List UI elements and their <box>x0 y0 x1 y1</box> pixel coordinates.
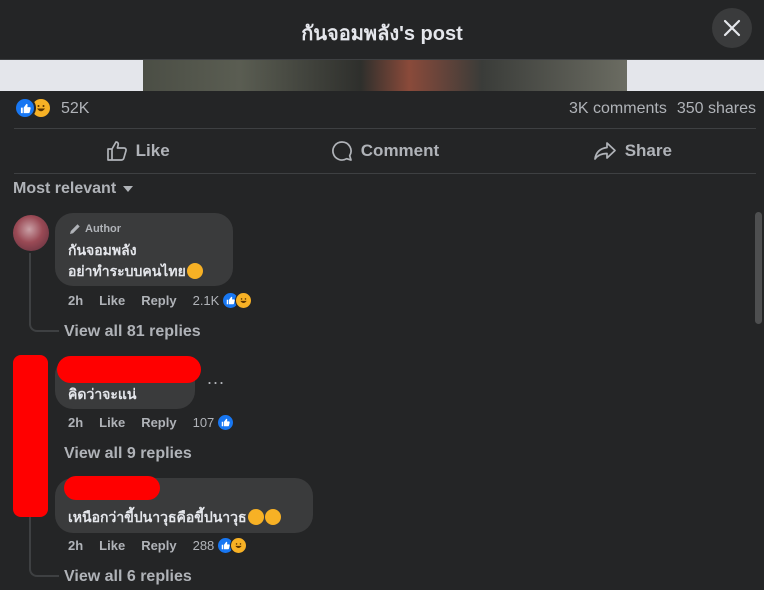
comment-meta: 2h Like Reply 288 <box>68 537 248 554</box>
comment-time[interactable]: 2h <box>68 538 83 553</box>
like-icon <box>14 97 36 119</box>
pencil-icon <box>70 224 80 234</box>
haha-icon <box>235 292 253 309</box>
post-dialog-header: กันจอมพลัง's post <box>0 0 764 60</box>
comment-bubble: Author กันจอมพลัง อย่าทำระบบคนไทย <box>55 213 233 286</box>
redaction-bar <box>57 356 201 383</box>
like-button-label: Like <box>135 141 170 160</box>
author-badge: Author <box>69 223 121 235</box>
comments-count[interactable]: 3K comments <box>569 100 667 117</box>
comment-icon <box>331 141 352 161</box>
comment-reply-link[interactable]: Reply <box>141 538 176 553</box>
comment-reaction-count[interactable]: 288 <box>193 538 215 553</box>
post-stats: 3K comments 350 shares <box>559 100 756 118</box>
avatar[interactable] <box>13 215 49 251</box>
comment-sort-dropdown[interactable]: Most relevant <box>13 180 135 198</box>
reaction-icons[interactable] <box>14 97 52 119</box>
comment-author[interactable]: กันจอมพลัง <box>68 240 137 262</box>
comment-text: คิดว่าจะแน่ <box>68 386 137 402</box>
comment-text: เหนือกว่าขี้ปนาวุธคือขี้ปนาวุธ <box>68 507 281 529</box>
redaction-bar <box>13 355 48 517</box>
post-actions: Like Comment Share <box>14 129 756 173</box>
shares-count[interactable]: 350 shares <box>677 100 756 117</box>
comment-reply-link[interactable]: Reply <box>141 293 176 308</box>
like-icon <box>217 414 235 431</box>
comment-reply-link[interactable]: Reply <box>141 415 176 430</box>
post-image-container <box>0 60 764 91</box>
reaction-count[interactable]: 52K <box>61 100 89 118</box>
thread-line <box>29 517 31 569</box>
comment-button-label: Comment <box>360 141 440 160</box>
comment-reaction-count[interactable]: 2.1K <box>193 293 220 308</box>
thread-line <box>29 253 31 325</box>
comment-like-link[interactable]: Like <box>99 538 125 553</box>
close-icon <box>723 19 741 37</box>
share-icon <box>593 142 616 160</box>
comment-time[interactable]: 2h <box>68 293 83 308</box>
caret-down-icon <box>123 186 134 192</box>
comment-text: อย่าทำระบบคนไทย <box>68 261 203 283</box>
rofl-emoji-icon <box>264 509 281 525</box>
grinning-emoji-icon <box>186 263 203 279</box>
thumbs-up-icon <box>106 141 127 161</box>
share-button[interactable]: Share <box>509 129 756 173</box>
view-replies-link[interactable]: View all 81 replies <box>64 323 201 341</box>
thread-connector <box>29 318 59 332</box>
rofl-emoji-icon <box>247 509 264 525</box>
reactions-summary: 52K 3K comments 350 shares <box>14 97 756 123</box>
comment-like-link[interactable]: Like <box>99 293 125 308</box>
divider <box>14 173 756 174</box>
like-button[interactable]: Like <box>14 129 261 173</box>
comment-meta: 2h Like Reply 2.1K <box>68 292 253 309</box>
haha-icon <box>230 537 248 554</box>
redaction-bar <box>64 476 160 500</box>
dialog-title: กันจอมพลัง's post <box>301 23 463 45</box>
view-replies-link[interactable]: View all 9 replies <box>64 445 192 463</box>
share-button-label: Share <box>624 141 672 160</box>
close-button[interactable] <box>712 8 752 48</box>
thread-connector <box>29 563 59 577</box>
view-replies-link[interactable]: View all 6 replies <box>64 568 192 586</box>
comment-time[interactable]: 2h <box>68 415 83 430</box>
more-options-button[interactable]: ... <box>207 368 225 389</box>
comment-like-link[interactable]: Like <box>99 415 125 430</box>
post-image[interactable] <box>143 60 627 91</box>
comment-meta: 2h Like Reply 107 <box>68 414 235 431</box>
sort-label: Most relevant <box>13 180 117 197</box>
scrollbar[interactable] <box>755 212 762 324</box>
comment-button[interactable]: Comment <box>261 129 508 173</box>
comment-reaction-count[interactable]: 107 <box>193 415 215 430</box>
